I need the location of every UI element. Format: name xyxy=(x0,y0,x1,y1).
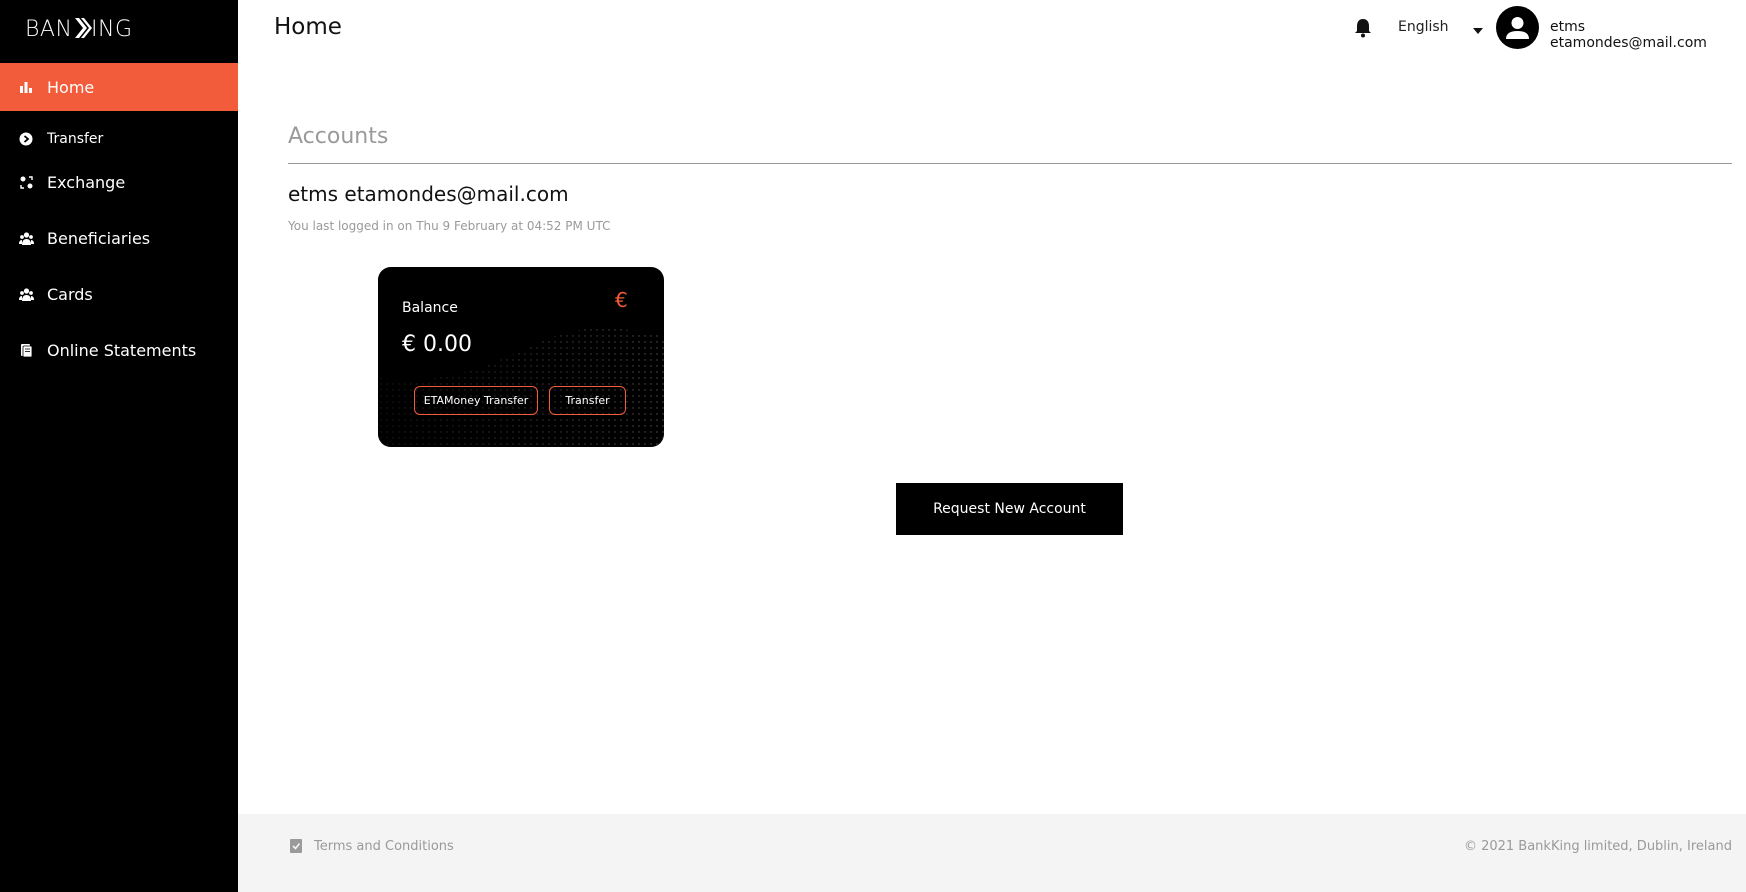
page-title: Home xyxy=(274,14,342,40)
sidebar: BAN ING Home Transfer Exchange Beneficia… xyxy=(0,0,238,892)
sidebar-item-label: Online Statements xyxy=(47,340,197,360)
exchange-icon xyxy=(18,174,34,190)
balance-card: Balance € € 0.00 ETAMoney Transfer Trans… xyxy=(378,267,664,447)
copyright-text: © 2021 BankKing limited, Dublin, Ireland xyxy=(1463,839,1732,854)
sidebar-item-exchange[interactable]: Exchange xyxy=(0,159,238,205)
sidebar-item-label: Exchange xyxy=(47,172,126,192)
user-name[interactable]: etms etamondes@mail.com xyxy=(1550,19,1746,51)
user-icon xyxy=(1506,17,1529,39)
svg-text:ING: ING xyxy=(91,17,133,41)
people-icon xyxy=(18,230,34,246)
checklist-icon xyxy=(289,838,303,854)
sidebar-item-label: Cards xyxy=(47,284,93,304)
sidebar-item-transfer[interactable]: Transfer xyxy=(0,116,238,162)
divider xyxy=(288,163,1732,164)
footer: Terms and Conditions © 2021 BankKing lim… xyxy=(238,814,1746,892)
top-bar: Home English etms etamondes@mail.com xyxy=(238,0,1746,58)
request-new-account-button[interactable]: Request New Account xyxy=(896,483,1123,535)
etamoney-transfer-button[interactable]: ETAMoney Transfer xyxy=(414,386,538,415)
balance-label: Balance xyxy=(402,300,458,316)
sidebar-item-cards[interactable]: Cards xyxy=(0,271,238,317)
section-title: Accounts xyxy=(288,124,389,149)
sidebar-item-beneficiaries[interactable]: Beneficiaries xyxy=(0,215,238,261)
euro-icon: € xyxy=(615,288,628,312)
chevron-down-icon[interactable] xyxy=(1472,22,1484,34)
svg-text:BAN: BAN xyxy=(25,17,72,41)
terms-and-conditions-link[interactable]: Terms and Conditions xyxy=(314,839,454,854)
transfer-button[interactable]: Transfer xyxy=(549,386,626,415)
brand-logo[interactable]: BAN ING xyxy=(25,14,143,42)
sidebar-item-home[interactable]: Home xyxy=(0,63,238,111)
sidebar-item-label: Transfer xyxy=(47,131,104,147)
notification-bell-icon[interactable] xyxy=(1353,17,1373,39)
arrow-circle-icon xyxy=(18,131,34,147)
sidebar-item-online-statements[interactable]: Online Statements xyxy=(0,327,238,373)
banking-logo-icon: BAN ING xyxy=(25,17,133,41)
people-icon xyxy=(18,286,34,302)
language-selector[interactable]: English xyxy=(1398,19,1449,35)
document-icon xyxy=(18,342,34,358)
last-login-text: You last logged in on Thu 9 February at … xyxy=(288,219,611,233)
sidebar-item-label: Home xyxy=(47,77,95,97)
balance-amount: € 0.00 xyxy=(402,332,472,357)
sidebar-item-label: Beneficiaries xyxy=(47,228,151,248)
account-holder-name: etms etamondes@mail.com xyxy=(288,182,569,206)
bar-chart-icon xyxy=(18,79,34,95)
avatar[interactable] xyxy=(1496,6,1539,49)
main-content: Accounts etms etamondes@mail.com You las… xyxy=(238,58,1746,814)
